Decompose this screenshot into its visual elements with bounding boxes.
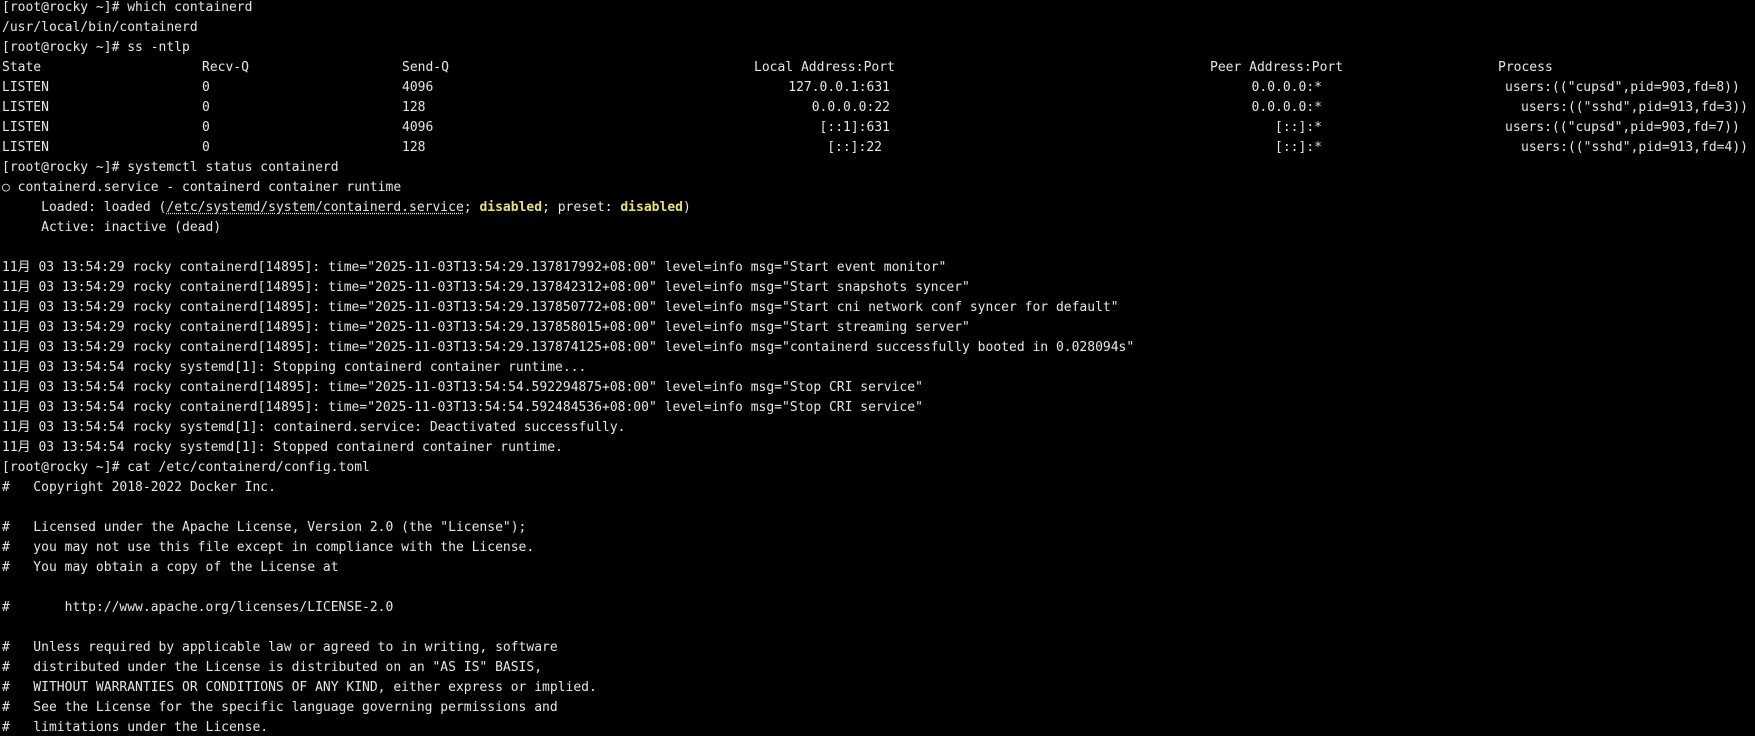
table-row-local: 0.0.0.0:22 xyxy=(811,100,890,115)
preset-label: ; preset: xyxy=(542,200,621,215)
loaded-end: ) xyxy=(682,200,691,215)
table-row-peer: [::]:* xyxy=(1275,120,1322,135)
unit-file-path: /etc/systemd/system/containerd.service xyxy=(166,200,464,215)
log-line: 11月 03 13:54:54 rocky systemd[1]: contai… xyxy=(2,420,626,435)
log-line: 11月 03 13:54:54 rocky systemd[1]: Stoppi… xyxy=(2,360,587,375)
table-row-peer: [::]:* xyxy=(1275,140,1322,155)
ss-header-recvq: Recv-Q xyxy=(202,60,249,75)
ss-header-peer: Peer Address:Port xyxy=(1210,60,1344,75)
enabled-state: disabled xyxy=(479,200,543,215)
terminal-line-command: [root@rocky ~]# systemctl status contain… xyxy=(2,160,339,175)
loaded-label: Loaded: loaded ( xyxy=(2,200,167,215)
config-line: # You may obtain a copy of the License a… xyxy=(2,560,339,575)
preset-state: disabled xyxy=(620,200,683,215)
table-row-peer: 0.0.0.0:* xyxy=(1251,100,1322,115)
log-line: 11月 03 13:54:54 rocky systemd[1]: Stoppe… xyxy=(2,440,563,455)
table-row-process: users:(("cupsd",pid=903,fd=8)) xyxy=(1505,80,1740,95)
service-loaded-line: Loaded: loaded (/etc/systemd/system/cont… xyxy=(2,198,691,218)
table-row-process: users:(("sshd",pid=913,fd=4)) xyxy=(1521,140,1748,155)
service-title: ○ containerd.service - containerd contai… xyxy=(2,180,402,195)
log-line: 11月 03 13:54:54 rocky containerd[14895]:… xyxy=(2,380,923,395)
table-row-recvq: 0 xyxy=(202,140,210,155)
table-row-recvq: 0 xyxy=(202,80,210,95)
service-active-line: Active: inactive (dead) xyxy=(2,220,222,235)
table-row-local: [::]:22 xyxy=(827,140,882,155)
table-row-sendq: 128 xyxy=(402,100,426,115)
ss-header-process: Process xyxy=(1498,60,1553,75)
config-line: # distributed under the License is distr… xyxy=(2,660,543,675)
log-line: 11月 03 13:54:29 rocky containerd[14895]:… xyxy=(2,280,970,295)
config-line: # Copyright 2018-2022 Docker Inc. xyxy=(2,480,276,495)
log-line: 11月 03 13:54:54 rocky containerd[14895]:… xyxy=(2,400,923,415)
terminal-line-output: /usr/local/bin/containerd xyxy=(2,20,198,35)
table-row-process: users:(("sshd",pid=913,fd=3)) xyxy=(1521,100,1748,115)
table-row-recvq: 0 xyxy=(202,100,210,115)
log-line: 11月 03 13:54:29 rocky containerd[14895]:… xyxy=(2,260,947,275)
config-line: # http://www.apache.org/licenses/LICENSE… xyxy=(2,600,394,615)
terminal-line-command: [root@rocky ~]# cat /etc/containerd/conf… xyxy=(2,460,370,475)
config-line: # Unless required by applicable law or a… xyxy=(2,640,558,655)
terminal-line-command: [root@rocky ~]# ss -ntlp xyxy=(2,40,190,55)
ss-header-state: State xyxy=(2,60,42,75)
config-line: # See the License for the specific langu… xyxy=(2,700,558,715)
loaded-separator: ; xyxy=(463,200,480,215)
table-row-sendq: 4096 xyxy=(402,120,434,135)
log-line: 11月 03 13:54:29 rocky containerd[14895]:… xyxy=(2,300,1119,315)
table-row-recvq: 0 xyxy=(202,120,210,135)
table-row-peer: 0.0.0.0:* xyxy=(1251,80,1322,95)
table-row-state: LISTEN xyxy=(2,120,49,135)
table-row-local: [::1]:631 xyxy=(819,120,890,135)
config-line: # limitations under the License. xyxy=(2,720,269,735)
config-line: # Licensed under the Apache License, Ver… xyxy=(2,520,527,535)
config-line: # you may not use this file except in co… xyxy=(2,540,535,555)
table-row-local: 127.0.0.1:631 xyxy=(788,80,890,95)
table-row-sendq: 128 xyxy=(402,140,426,155)
config-line: # WITHOUT WARRANTIES OR CONDITIONS OF AN… xyxy=(2,680,597,695)
ss-header-local: Local Address:Port xyxy=(754,60,895,75)
terminal-line-command: [root@rocky ~]# which containerd xyxy=(2,0,253,15)
log-line: 11月 03 13:54:29 rocky containerd[14895]:… xyxy=(2,340,1135,355)
table-row-state: LISTEN xyxy=(2,140,49,155)
table-row-sendq: 4096 xyxy=(402,80,434,95)
table-row-process: users:(("cupsd",pid=903,fd=7)) xyxy=(1505,120,1740,135)
table-row-state: LISTEN xyxy=(2,80,49,95)
ss-header-sendq: Send-Q xyxy=(402,60,449,75)
table-row-state: LISTEN xyxy=(2,100,49,115)
terminal-window[interactable]: [root@rocky ~]# which containerd /usr/lo… xyxy=(0,0,1755,736)
log-line: 11月 03 13:54:29 rocky containerd[14895]:… xyxy=(2,320,970,335)
